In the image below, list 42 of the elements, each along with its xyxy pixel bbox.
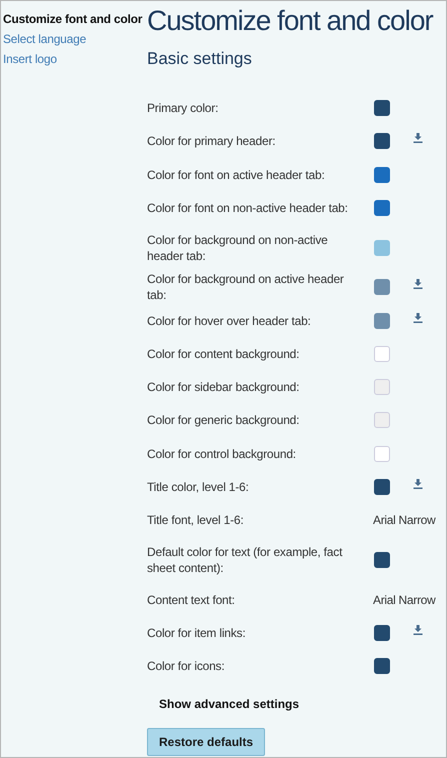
sidebar-link[interactable]: Select language [3,29,141,49]
setting-label: Color for background on active header tab: [147,271,345,304]
page-title: Customize font and color [147,4,434,38]
setting-label: Color for primary header: [147,133,276,150]
download-icon[interactable] [413,479,423,489]
restore-defaults-button[interactable]: Restore defaults [147,728,266,756]
setting-label: Color for background on non-active header tab: [147,232,329,264]
color-swatch[interactable] [374,166,390,183]
setting-label: Content text font: [147,592,236,608]
setting-label: Color for control background: [147,446,297,462]
color-swatch[interactable] [374,200,390,216]
color-swatch[interactable] [374,312,390,329]
setting-label: Color for hover over header tab: [147,312,312,329]
setting-label: Color for icons: [147,658,226,674]
setting-label: Title font, level 1-6: [147,512,245,528]
advanced-settings-link[interactable]: Show advanced settings [159,694,300,713]
section-title: Basic settings [147,49,253,70]
setting-label: Color for item links: [147,624,246,641]
sidebar-link[interactable]: Customize font and color [3,9,141,29]
color-swatch[interactable] [374,133,390,150]
color-swatch[interactable] [374,658,390,674]
color-swatch[interactable] [374,279,390,296]
download-icon[interactable] [413,133,423,144]
setting-label: Default color for text (for example, fact sheet content): [147,544,344,576]
setting-label: Color for generic background: [147,412,300,428]
color-swatch[interactable] [374,624,390,641]
color-swatch[interactable] [374,479,390,495]
setting-label: Color for sidebar background: [147,379,300,396]
setting-label: Color for content background: [147,346,300,362]
setting-label: Primary color: [147,100,220,116]
color-swatch[interactable] [374,100,390,116]
download-icon[interactable] [413,279,423,290]
download-icon[interactable] [413,312,423,323]
font-value: Arial Narrow [373,592,436,609]
sidebar-link[interactable]: Insert logo [3,49,141,69]
color-swatch[interactable] [374,240,390,256]
setting-label: Color for font on non-active header tab: [147,200,349,216]
download-icon[interactable] [413,624,423,635]
setting-label: Color for font on active header tab: [147,166,326,183]
font-value: Arial Narrow [373,512,436,530]
setting-label: Title color, level 1-6: [147,479,250,495]
color-swatch[interactable] [374,552,390,568]
